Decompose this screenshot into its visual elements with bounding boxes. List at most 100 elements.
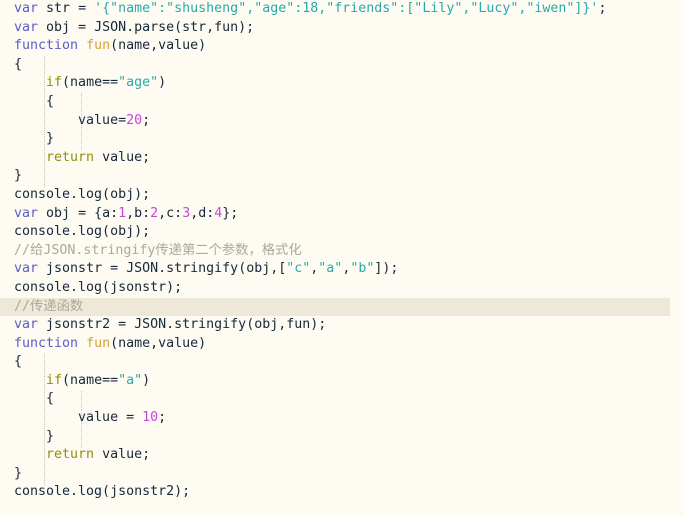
code-token-pun: value; xyxy=(94,149,151,165)
code-token-pun: console.log(obj); xyxy=(14,186,151,202)
code-token-brace: { xyxy=(14,56,23,72)
code-token-kw: function xyxy=(14,38,79,54)
code-line[interactable]: { xyxy=(0,93,684,112)
code-token-pun: = xyxy=(78,205,87,221)
code-token-pun: value; xyxy=(94,447,151,463)
code-token-cmt: //给JSON.stringify传递第二个参数，格式化 xyxy=(14,242,302,258)
code-line[interactable]: console.log(jsonstr); xyxy=(0,279,684,298)
code-line[interactable]: return value; xyxy=(0,446,684,465)
code-token-fname: fun xyxy=(86,335,111,351)
code-token-pun: JSON.parse(str,fun); xyxy=(86,19,255,35)
code-token-kw: var xyxy=(14,317,39,333)
code-token-brace: { xyxy=(46,391,55,407)
code-token-pun: (name,value) xyxy=(110,38,207,54)
code-line[interactable]: value=20; xyxy=(0,112,684,131)
code-token-pun xyxy=(86,1,94,16)
code-line[interactable]: //给JSON.stringify传递第二个参数，格式化 xyxy=(0,242,684,261)
code-token-str: "age" xyxy=(118,75,159,91)
code-line[interactable]: } xyxy=(0,167,684,186)
code-token-pun: console.log(jsonstr2); xyxy=(14,484,191,500)
code-line[interactable]: var str = '{"name":"shusheng","age":18,"… xyxy=(0,0,684,19)
code-line[interactable]: value = 10; xyxy=(0,409,684,428)
code-token-kw2: return xyxy=(46,149,95,165)
code-token-cmt: //传递函数 xyxy=(14,298,84,314)
code-line[interactable]: return value; xyxy=(0,149,684,168)
code-line[interactable]: var jsonstr2 = JSON.stringify(obj,fun); xyxy=(0,316,684,335)
code-line[interactable]: { xyxy=(0,56,684,75)
code-line[interactable]: var obj = {a:1,b:2,c:3,d:4}; xyxy=(0,205,684,224)
code-token-num: 1 xyxy=(118,205,127,221)
code-token-pun: = xyxy=(110,261,119,277)
code-token-brace: } xyxy=(46,131,55,147)
code-token-brace: { xyxy=(14,354,23,370)
code-line[interactable]: var jsonstr = JSON.stringify(obj,["c","a… xyxy=(0,260,684,279)
code-token-pun: value = xyxy=(14,410,143,426)
code-token-brace: } xyxy=(46,428,55,444)
code-line[interactable]: function fun(name,value) xyxy=(0,37,684,56)
code-token-pun xyxy=(14,373,46,388)
code-token-pun: (name== xyxy=(62,372,119,388)
code-token-brace: } xyxy=(14,168,23,184)
code-token-str: "b" xyxy=(350,261,375,277)
code-token-pun: console.log(jsonstr); xyxy=(14,279,183,295)
code-token-pun: console.log(obj); xyxy=(14,224,151,240)
code-token-pun xyxy=(78,336,86,351)
code-token-kw: var xyxy=(14,1,39,16)
code-token-pun: = xyxy=(118,317,127,333)
code-token-kw2: return xyxy=(46,447,95,463)
code-line[interactable]: function fun(name,value) xyxy=(0,335,684,354)
code-token-pun: = xyxy=(78,19,87,35)
code-token-pun: ; xyxy=(142,112,151,128)
code-token-pun: value= xyxy=(14,112,127,128)
code-token-kw: function xyxy=(14,335,79,351)
code-token-pun xyxy=(14,391,46,406)
code-token-pun: JSON.stringify(obj,[ xyxy=(118,261,287,277)
code-token-pun: {a: xyxy=(86,205,119,221)
code-token-pun xyxy=(14,150,46,165)
code-line[interactable]: } xyxy=(0,428,684,447)
code-text-area[interactable]: var str = '{"name":"shusheng","age":18,"… xyxy=(0,0,684,502)
code-token-pun: jsonstr xyxy=(38,261,111,277)
code-line[interactable]: var obj = JSON.parse(str,fun); xyxy=(0,19,684,38)
code-token-pun xyxy=(78,38,86,53)
code-token-pun xyxy=(14,447,46,462)
code-token-pun: ,c: xyxy=(158,205,183,221)
code-token-pun: ; xyxy=(598,1,607,16)
code-editor[interactable]: var str = '{"name":"shusheng","age":18,"… xyxy=(0,0,684,516)
code-token-pun: ; xyxy=(158,410,167,426)
code-line[interactable]: console.log(obj); xyxy=(0,186,684,205)
code-token-str: "c" xyxy=(286,261,311,277)
code-token-pun: (name,value) xyxy=(110,335,207,351)
code-token-pun: JSON.stringify(obj,fun); xyxy=(126,317,327,333)
code-token-pun: }; xyxy=(222,205,239,221)
code-token-fname: fun xyxy=(86,38,111,54)
code-token-pun: (name== xyxy=(62,75,119,91)
code-token-pun: ]); xyxy=(374,261,399,277)
code-line[interactable]: if(name=="age") xyxy=(0,74,684,93)
code-line[interactable]: console.log(obj); xyxy=(0,223,684,242)
code-token-brace: { xyxy=(46,93,55,109)
code-token-pun: str xyxy=(38,1,79,16)
code-token-pun xyxy=(14,94,46,109)
code-line-current[interactable]: //传递函数 xyxy=(0,297,670,317)
code-token-kw: var xyxy=(14,205,39,221)
code-line[interactable]: } xyxy=(0,130,684,149)
code-token-pun: ) xyxy=(142,372,151,388)
code-token-kw: var xyxy=(14,19,39,35)
code-line[interactable]: { xyxy=(0,353,684,372)
code-token-pun: = xyxy=(78,1,87,16)
code-token-pun xyxy=(14,131,46,146)
code-token-pun xyxy=(14,75,46,90)
code-token-num: 2 xyxy=(150,205,159,221)
code-token-pun: obj xyxy=(38,19,79,35)
code-token-pun: ,b: xyxy=(126,205,151,221)
code-line[interactable]: if(name=="a") xyxy=(0,372,684,391)
code-token-pun: jsonstr2 xyxy=(38,317,119,333)
code-token-str: "a" xyxy=(118,372,143,388)
code-line[interactable]: { xyxy=(0,390,684,409)
code-token-str: "a" xyxy=(318,261,343,277)
code-token-kw2: if xyxy=(46,75,63,91)
code-token-pun: obj xyxy=(38,205,79,221)
code-line[interactable]: } xyxy=(0,465,684,484)
code-line[interactable]: console.log(jsonstr2); xyxy=(0,483,684,502)
